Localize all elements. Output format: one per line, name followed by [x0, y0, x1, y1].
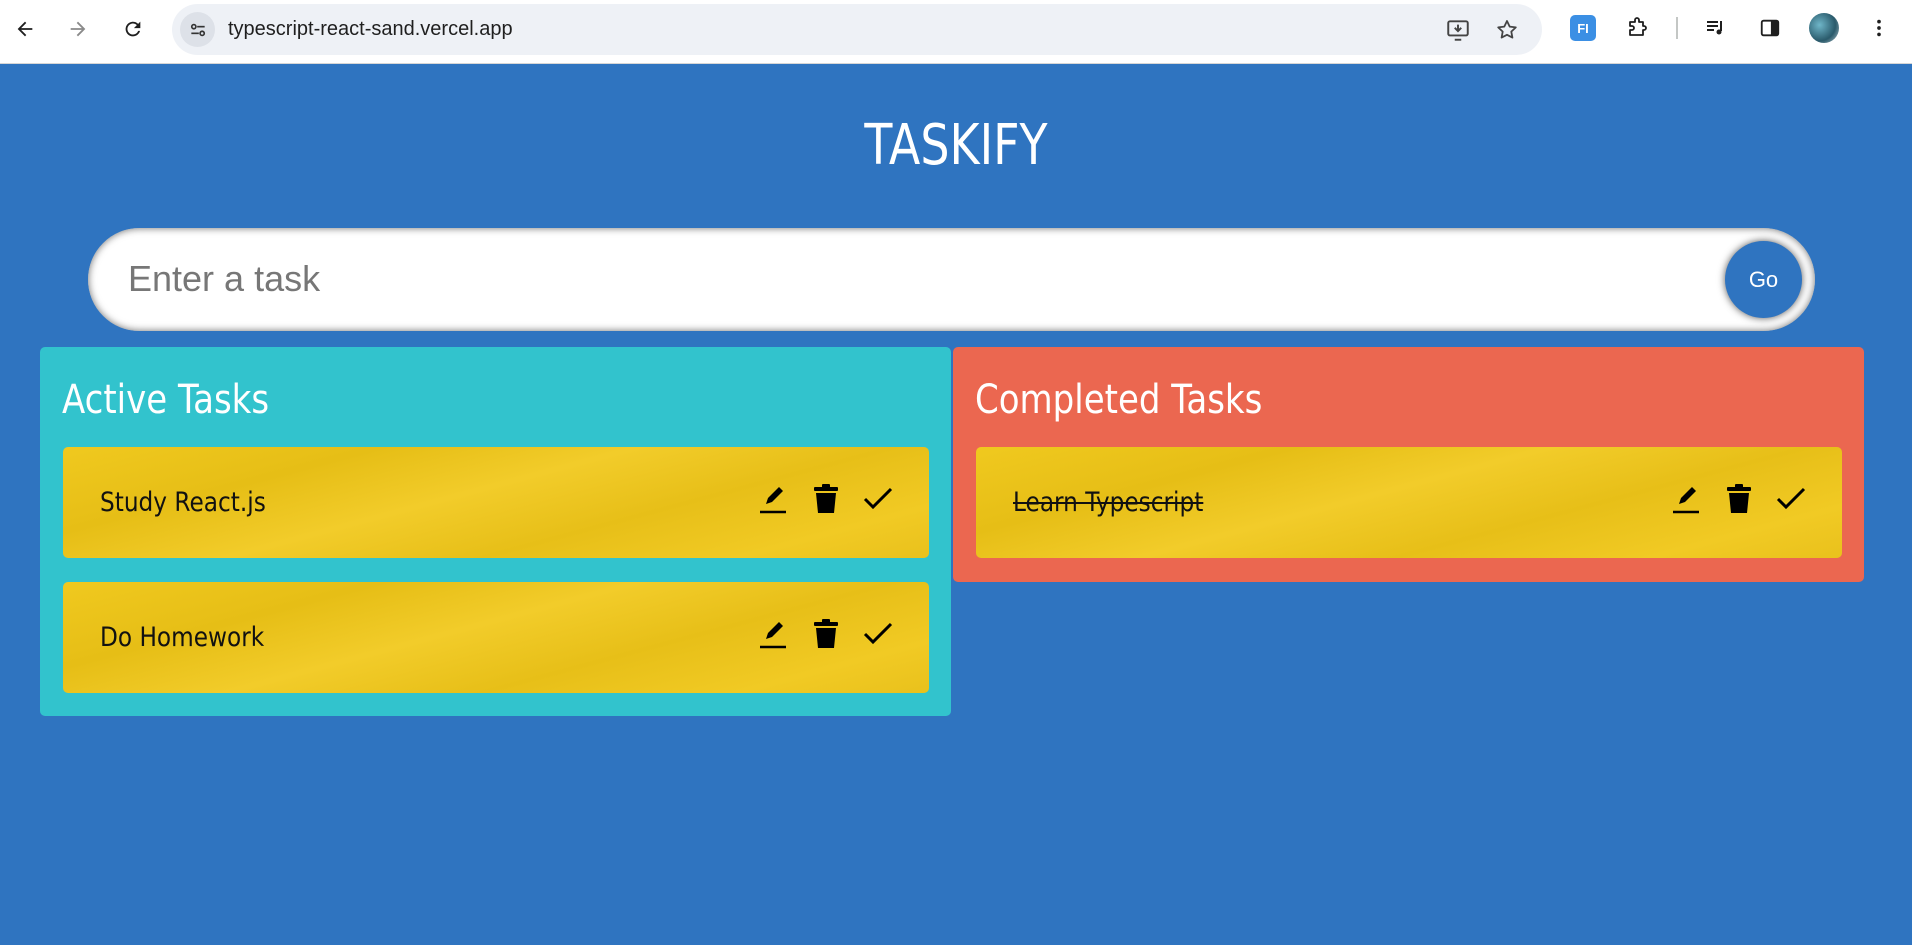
- edit-button[interactable]: [756, 615, 790, 653]
- forward-button[interactable]: [61, 12, 95, 46]
- url-text[interactable]: typescript-react-sand.vercel.app: [228, 18, 513, 41]
- back-button[interactable]: [8, 12, 42, 46]
- extensions-button[interactable]: [1623, 13, 1653, 43]
- done-button[interactable]: [861, 480, 895, 518]
- delete-button[interactable]: [809, 480, 843, 518]
- completed-tasks-heading: Completed Tasks: [975, 377, 1263, 423]
- delete-button[interactable]: [1722, 480, 1756, 518]
- bookmark-button[interactable]: [1493, 16, 1521, 44]
- done-button[interactable]: [861, 615, 895, 653]
- delete-icon: [1727, 484, 1751, 513]
- task-text: Do Homework: [100, 622, 265, 653]
- active-tasks-panel: Active Tasks Study React.js Do Homework: [40, 347, 951, 716]
- address-bar[interactable]: typescript-react-sand.vercel.app: [172, 4, 1542, 55]
- media-controls-icon: [1707, 21, 1722, 35]
- site-info-icon: [190, 23, 205, 36]
- edit-icon: [760, 622, 786, 649]
- back-arrow-icon: [17, 21, 33, 37]
- done-check-icon: [863, 622, 893, 645]
- edit-icon: [1673, 487, 1699, 514]
- bookmark-star-icon: [1497, 20, 1517, 39]
- delete-button[interactable]: [809, 615, 843, 653]
- side-panel-icon: [1760, 19, 1780, 37]
- install-app-icon: [1447, 20, 1469, 41]
- install-app-button[interactable]: [1444, 16, 1472, 44]
- task-form: Go: [88, 228, 1815, 331]
- side-panel-button[interactable]: [1755, 13, 1785, 43]
- more-menu-button[interactable]: [1864, 13, 1894, 43]
- done-check-icon: [1776, 487, 1806, 510]
- browser-toolbar: typescript-react-sand.vercel.app FI: [0, 0, 1912, 64]
- completed-tasks-panel: Completed Tasks Learn Typescript: [953, 347, 1864, 582]
- delete-icon: [814, 619, 838, 648]
- task-text: Learn Typescript: [1013, 487, 1204, 518]
- done-check-icon: [863, 487, 893, 510]
- extensions-icon: [1629, 17, 1647, 36]
- avatar: [1809, 13, 1839, 43]
- task-text: Study React.js: [100, 487, 266, 518]
- extension-fi-icon: FI: [1570, 15, 1596, 41]
- extension-fi-button[interactable]: FI: [1568, 13, 1598, 43]
- edit-icon: [760, 487, 786, 514]
- profile-button[interactable]: [1809, 13, 1839, 43]
- edit-button[interactable]: [756, 480, 790, 518]
- reload-icon: [125, 21, 141, 37]
- task-card: Study React.js: [63, 447, 929, 558]
- toolbar-separator: [1676, 17, 1678, 39]
- task-card: Learn Typescript: [976, 447, 1842, 558]
- media-controls-button[interactable]: [1701, 13, 1731, 43]
- done-button[interactable]: [1774, 480, 1808, 518]
- page-title: TASKIFY: [864, 113, 1048, 178]
- active-tasks-heading: Active Tasks: [62, 377, 270, 423]
- site-info-button[interactable]: [180, 12, 215, 47]
- go-button[interactable]: Go: [1725, 241, 1802, 318]
- reload-button[interactable]: [116, 12, 150, 46]
- delete-icon: [814, 484, 838, 513]
- forward-arrow-icon: [70, 21, 86, 37]
- more-menu-icon: [1877, 19, 1881, 37]
- edit-button[interactable]: [1669, 480, 1703, 518]
- task-card: Do Homework: [63, 582, 929, 693]
- task-input[interactable]: [128, 252, 1628, 306]
